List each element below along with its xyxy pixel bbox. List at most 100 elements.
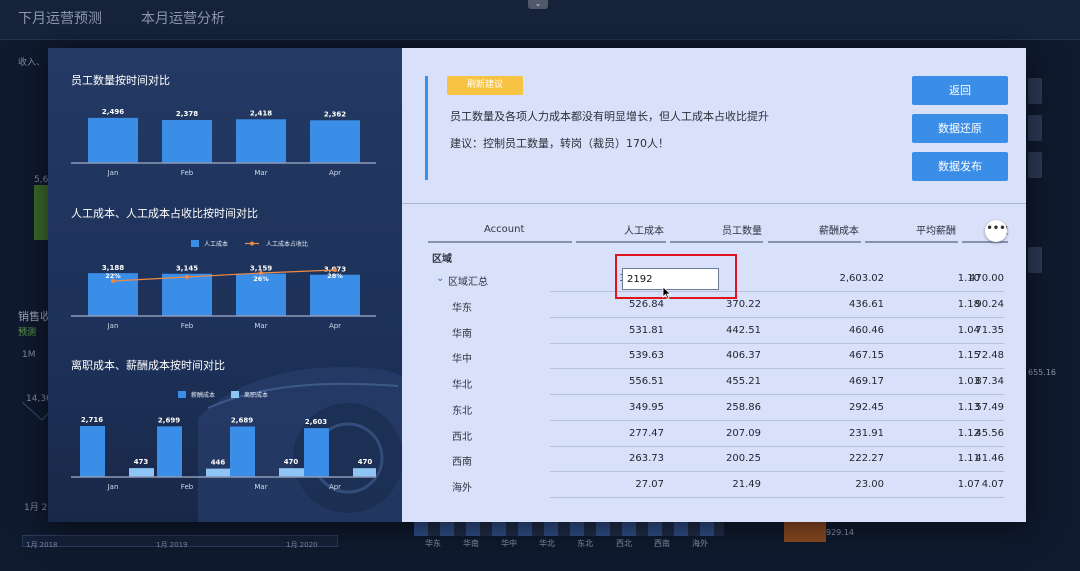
header-underline [865,241,958,243]
x-tick-label: Apr [329,169,341,177]
column-header-labor-cost[interactable]: 人工成本 [573,222,664,237]
bar-value-label: 2,716 [81,416,103,424]
labor-cost-chart: 人工成本人工成本占收比3,188Jan3,145Feb3,159Mar3,073… [71,240,376,330]
row-name: 华中 [452,354,472,366]
turnover-cost-bar [206,468,231,477]
cell-headcount[interactable]: 207.09 [645,428,761,439]
salary-cost-bar [80,426,105,477]
table-row[interactable]: 西南 263.73 200.25 222.27 1.11 41.46 [428,447,1008,473]
column-header-salary-cost[interactable]: 薪酬成本 [765,222,859,237]
bar-value-label: 3,145 [176,265,198,273]
charts-panel: 员工数量按时间对比 2,496 Jan 2,378 Feb 2,418 Mar 2,362 A… [48,48,402,522]
cell-turnover[interactable]: 41.46 [888,453,1004,464]
restore-data-button[interactable]: 数据还原 [912,114,1008,143]
table-row[interactable]: 海外 27.07 21.49 23.00 1.07 4.07 [428,473,1008,498]
cell-turnover[interactable]: 87.34 [888,376,1004,387]
labor-cost-bar [310,274,360,316]
group-label-region: 区域 [432,254,452,265]
salary-cost-bar [157,426,182,477]
back-button[interactable]: 返回 [912,76,1008,105]
bar-value-label: 2,496 [102,108,124,116]
cell-turnover[interactable]: 72.48 [888,350,1004,361]
labor-cost-bar [162,273,212,316]
cell-headcount[interactable]: 200.25 [645,453,761,464]
row-name: 海外 [452,482,472,494]
cell-turnover[interactable]: 71.35 [888,325,1004,336]
background-category: 华中 [501,539,517,548]
publish-data-button[interactable]: 数据发布 [912,152,1008,181]
headcount-bar [88,117,138,163]
ratio-point [185,275,189,279]
bar-value-label: 470 [284,458,299,466]
bar-value-label: 2,378 [176,110,198,118]
x-tick-label: Mar [254,483,267,491]
column-header-account[interactable]: Account [484,224,524,235]
cell-headcount[interactable]: 370.22 [645,299,761,310]
bar-value-label: 473 [134,458,149,466]
background-region-bars [414,522,724,536]
refresh-suggestion-badge[interactable]: 刷新建议 [447,76,523,95]
tab-this-month-analysis[interactable]: 本月运营分析 [141,8,225,28]
row-name: 西北 [452,431,472,443]
background-category: 海外 [692,539,708,548]
background-category: 西北 [616,539,632,548]
headcount-bar [162,120,212,163]
legend-swatch-salary-cost [178,391,186,398]
cell-headcount[interactable]: 455.21 [645,376,761,387]
collapse-chevron-icon[interactable]: ⌄ [528,0,548,9]
cell-headcount[interactable]: 258.86 [645,402,761,413]
suggestion-accent-bar [425,76,428,180]
table-row[interactable]: 华北 556.51 455.21 469.17 1.03 87.34 [428,370,1008,396]
row-name: 华南 [452,328,472,340]
table-row[interactable]: 华南 531.81 442.51 460.46 1.04 71.35 [428,319,1008,344]
header-underline [576,241,666,243]
bar-value-label: 2,362 [324,110,346,118]
cell-turnover[interactable]: 57.49 [888,402,1004,413]
x-tick-label: Apr [329,322,341,330]
background-orange-bar [784,522,826,542]
timeline-label: 1月 2019 [156,541,188,549]
turnover-chart: 薪酬成本 离职成本 2,716 473 Jan 2,699 446 Feb 2,689 470 Ma… [71,391,376,491]
headcount-chart-title: 员工数量按时间对比 [71,74,170,87]
legend-label: 人工成本占收比 [266,240,308,248]
row-name: 区域汇总 [448,277,488,288]
bar-value-label: 2,603 [305,418,327,426]
cell-turnover[interactable]: 45.56 [888,428,1004,439]
background-chip [1028,247,1042,273]
row-name: 华东 [452,303,472,314]
row-name: 华北 [452,380,472,392]
tab-next-month-forecast[interactable]: 下月运营预测 [18,8,102,28]
cell-headcount[interactable]: 442.51 [645,325,761,336]
salary-cost-bar [230,426,255,477]
edit-highlight-box [615,254,737,299]
table-row[interactable]: 华中 539.63 406.37 467.15 1.15 72.48 [428,344,1008,370]
header-underline [428,241,572,243]
table-row[interactable]: 西北 277.47 207.09 231.91 1.12 45.56 [428,422,1008,447]
ellipsis-icon[interactable]: ••• [985,220,1007,242]
header-underline [768,241,861,243]
x-tick-label: Jan [107,483,119,491]
column-header-avg-salary[interactable]: 平均薪酬 [862,222,956,237]
cell-headcount[interactable]: 21.49 [645,479,761,490]
cell-turnover[interactable]: 4.07 [888,479,1004,490]
header-underline [670,241,763,243]
suggestion-text: 员工数量及各项人力成本都没有明显增长，但人工成本占收比提升 [450,110,769,123]
cell-turnover[interactable]: 90.24 [888,299,1004,310]
row-separator [550,496,1004,498]
chevron-down-icon[interactable]: ⌄ [436,273,444,284]
labor-cost-chart-title: 人工成本、人工成本占收比按时间对比 [71,207,258,220]
detail-panel: 刷新建议 员工数量及各项人力成本都没有明显增长，但人工成本占收比提升 建议：控制… [402,48,1026,522]
timeline-label: 1月 2018 [26,541,58,549]
background-forecast-label: 预测 [18,328,37,338]
legend-label: 薪酬成本 [191,391,215,399]
column-header-headcount[interactable]: 员工数量 [668,222,762,237]
table-row[interactable]: 东北 349.95 258.86 292.45 1.13 57.49 [428,396,1008,421]
x-tick-label: Feb [181,483,194,491]
cell-headcount[interactable]: 406.37 [645,350,761,361]
ratio-value-label: 22% [105,272,121,280]
headcount-chart: 2,496 Jan 2,378 Feb 2,418 Mar 2,362 Apr [71,108,376,177]
section-divider [402,203,1026,204]
background-chip [1028,115,1042,141]
cell-turnover[interactable]: 470.00 [888,273,1004,284]
background-range-1m[interactable]: 1M [22,350,36,360]
